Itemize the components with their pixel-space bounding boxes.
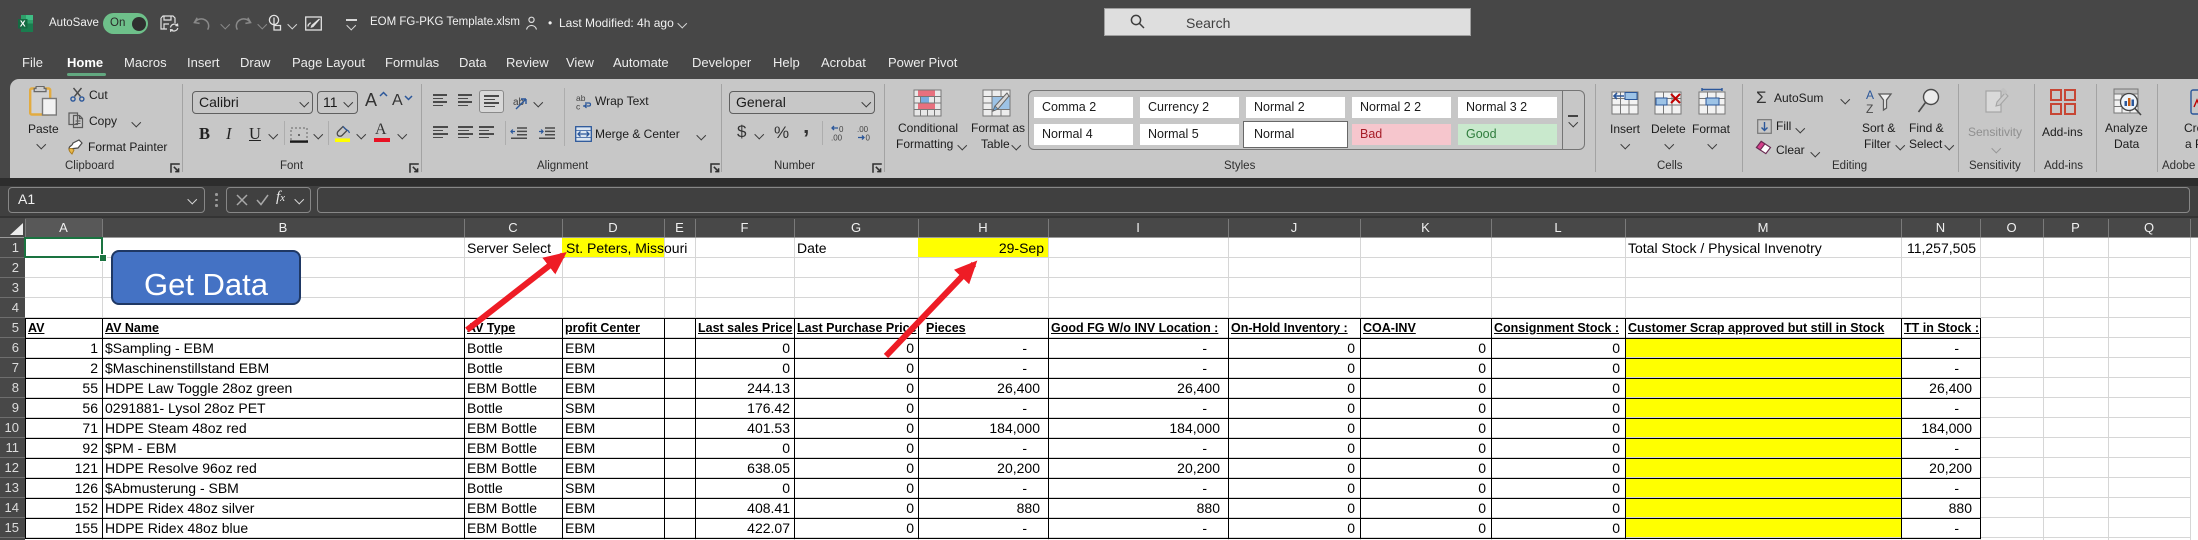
svg-text:X: X bbox=[20, 19, 26, 29]
svg-text:0: 0 bbox=[866, 134, 871, 143]
svg-text:Z: Z bbox=[1866, 102, 1873, 116]
svg-text:A: A bbox=[1866, 88, 1874, 102]
svg-text:.00: .00 bbox=[831, 134, 843, 143]
